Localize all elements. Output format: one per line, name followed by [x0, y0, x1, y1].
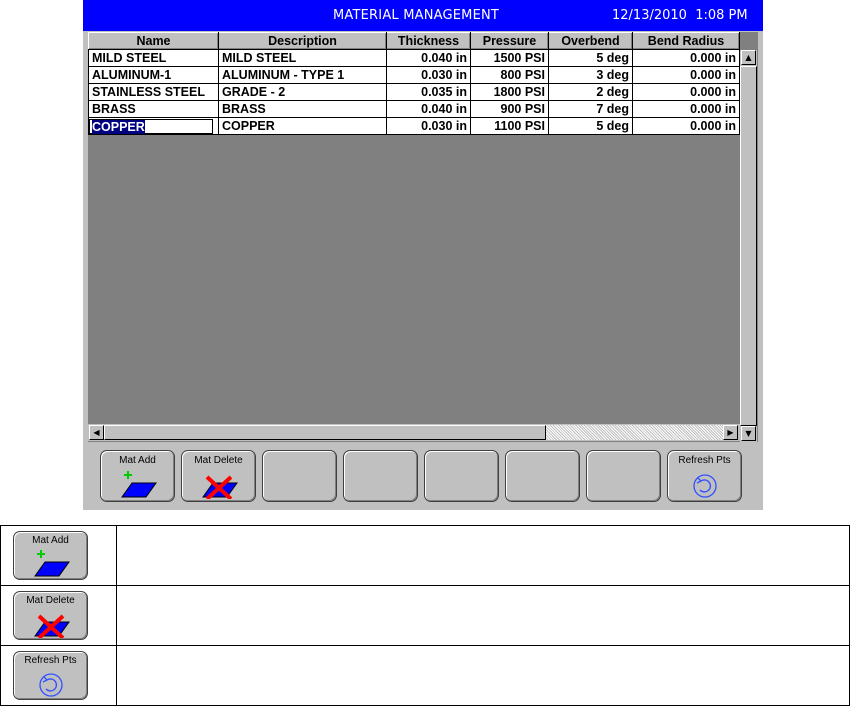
button-legend-table: Mat Add Mat Delete Refresh Pts	[0, 525, 850, 706]
column-header-name[interactable]: Name	[88, 32, 219, 50]
cell-name[interactable]: STAINLESS STEEL	[88, 83, 219, 101]
arrow-down-icon[interactable]: ▼	[741, 426, 756, 441]
material-grid: Name Description Thickness Pressure Over…	[88, 32, 758, 442]
refresh-pts-button-image: Refresh Pts	[13, 651, 88, 700]
cell-thickness[interactable]: 0.040 in	[386, 100, 471, 118]
date-time: 12/13/2010 1:08 PM	[612, 8, 748, 23]
legend-icon-cell: Mat Delete	[0, 585, 117, 646]
cell-bend-radius[interactable]: 0.000 in	[632, 83, 740, 101]
refresh-pts-button[interactable]: Refresh Pts	[667, 450, 742, 502]
legend-row-mat-add: Mat Add	[0, 525, 850, 586]
cell-description[interactable]: GRADE - 2	[218, 83, 387, 101]
cell-pressure[interactable]: 1500 PSI	[470, 49, 549, 67]
table-row[interactable]: BRASS BRASS 0.040 in 900 PSI 7 deg 0.000…	[88, 100, 740, 118]
material-table: Name Description Thickness Pressure Over…	[88, 32, 740, 135]
function-key-bar: Mat Add Mat Delete Refresh Pts	[83, 445, 763, 510]
material-delete-icon	[201, 475, 238, 499]
legend-mat-delete-label: Mat Delete	[26, 595, 75, 606]
horizontal-scroll-track[interactable]	[546, 425, 723, 440]
function-key-5[interactable]	[424, 450, 499, 502]
function-key-6[interactable]	[505, 450, 580, 502]
cell-thickness[interactable]: 0.030 in	[386, 66, 471, 84]
cell-overbend[interactable]: 5 deg	[548, 49, 633, 67]
cell-thickness[interactable]: 0.040 in	[386, 49, 471, 67]
arrow-right-icon[interactable]: ▶	[723, 425, 738, 440]
table-row[interactable]: MILD STEEL MILD STEEL 0.040 in 1500 PSI …	[88, 49, 740, 67]
cell-name[interactable]: BRASS	[88, 100, 219, 118]
material-add-icon	[33, 550, 70, 577]
cell-pressure[interactable]: 1800 PSI	[470, 83, 549, 101]
selected-text[interactable]: COPPER	[92, 119, 145, 134]
material-delete-icon	[33, 614, 70, 638]
legend-row-refresh-pts: Refresh Pts	[0, 645, 850, 706]
cell-bend-radius[interactable]: 0.000 in	[632, 100, 740, 118]
table-row[interactable]: STAINLESS STEEL GRADE - 2 0.035 in 1800 …	[88, 83, 740, 101]
cell-thickness[interactable]: 0.035 in	[386, 83, 471, 101]
cell-description[interactable]: ALUMINUM - TYPE 1	[218, 66, 387, 84]
header-row: Name Description Thickness Pressure Over…	[88, 32, 740, 50]
cell-bend-radius[interactable]: 0.000 in	[632, 117, 740, 135]
mat-delete-button[interactable]: Mat Delete	[181, 450, 256, 502]
cell-overbend[interactable]: 7 deg	[548, 100, 633, 118]
legend-mat-add-label: Mat Add	[32, 535, 69, 546]
legend-refresh-pts-label: Refresh Pts	[24, 655, 77, 666]
legend-icon-cell: Mat Add	[0, 525, 117, 586]
mat-delete-label: Mat Delete	[194, 455, 243, 466]
mat-add-button-image: Mat Add	[13, 531, 88, 580]
column-header-overbend[interactable]: Overbend	[548, 32, 633, 50]
window-title: MATERIAL MANAGEMENT	[333, 8, 500, 23]
arrow-left-icon[interactable]: ◀	[89, 425, 104, 440]
legend-icon-cell: Refresh Pts	[0, 645, 117, 706]
mat-add-button[interactable]: Mat Add	[100, 450, 175, 502]
legend-description	[116, 645, 850, 706]
function-key-3[interactable]	[262, 450, 337, 502]
legend-row-mat-delete: Mat Delete	[0, 585, 850, 646]
cell-name-editing[interactable]: COPPER	[88, 117, 219, 135]
cell-name[interactable]: ALUMINUM-1	[88, 66, 219, 84]
mat-delete-button-image: Mat Delete	[13, 591, 88, 640]
horizontal-scrollbar[interactable]: ◀ ▶	[88, 424, 740, 441]
legend-description	[116, 525, 850, 586]
function-key-4[interactable]	[343, 450, 418, 502]
column-header-pressure[interactable]: Pressure	[470, 32, 549, 50]
cell-overbend[interactable]: 5 deg	[548, 117, 633, 135]
cell-name[interactable]: MILD STEEL	[88, 49, 219, 67]
material-management-window: MATERIAL MANAGEMENT 12/13/2010 1:08 PM N…	[83, 0, 763, 510]
vertical-scrollbar[interactable]: ▲ ▼	[740, 50, 757, 442]
refresh-pts-label: Refresh Pts	[678, 455, 731, 466]
material-add-icon	[120, 471, 157, 498]
cell-description[interactable]: MILD STEEL	[218, 49, 387, 67]
column-header-description[interactable]: Description	[218, 32, 387, 50]
refresh-icon	[692, 474, 717, 498]
table-row-selected[interactable]: COPPER COPPER 0.030 in 1100 PSI 5 deg 0.…	[88, 117, 740, 135]
function-key-7[interactable]	[586, 450, 661, 502]
cell-description[interactable]: COPPER	[218, 117, 387, 135]
refresh-icon	[38, 673, 63, 697]
column-header-thickness[interactable]: Thickness	[386, 32, 471, 50]
cell-thickness[interactable]: 0.030 in	[386, 117, 471, 135]
arrow-up-icon[interactable]: ▲	[741, 50, 756, 65]
title-bar: MATERIAL MANAGEMENT 12/13/2010 1:08 PM	[83, 0, 763, 31]
legend-description	[116, 585, 850, 646]
horizontal-scroll-thumb[interactable]	[104, 425, 546, 440]
cell-pressure[interactable]: 900 PSI	[470, 100, 549, 118]
cell-bend-radius[interactable]: 0.000 in	[632, 66, 740, 84]
cell-overbend[interactable]: 3 deg	[548, 66, 633, 84]
cell-pressure[interactable]: 800 PSI	[470, 66, 549, 84]
cell-editor[interactable]: COPPER	[89, 118, 213, 134]
mat-add-label: Mat Add	[119, 455, 156, 466]
cell-pressure[interactable]: 1100 PSI	[470, 117, 549, 135]
table-row[interactable]: ALUMINUM-1 ALUMINUM - TYPE 1 0.030 in 80…	[88, 66, 740, 84]
column-header-bend-radius[interactable]: Bend Radius	[632, 32, 740, 50]
cell-description[interactable]: BRASS	[218, 100, 387, 118]
vertical-scroll-thumb[interactable]	[740, 66, 757, 426]
cell-overbend[interactable]: 2 deg	[548, 83, 633, 101]
cell-bend-radius[interactable]: 0.000 in	[632, 49, 740, 67]
